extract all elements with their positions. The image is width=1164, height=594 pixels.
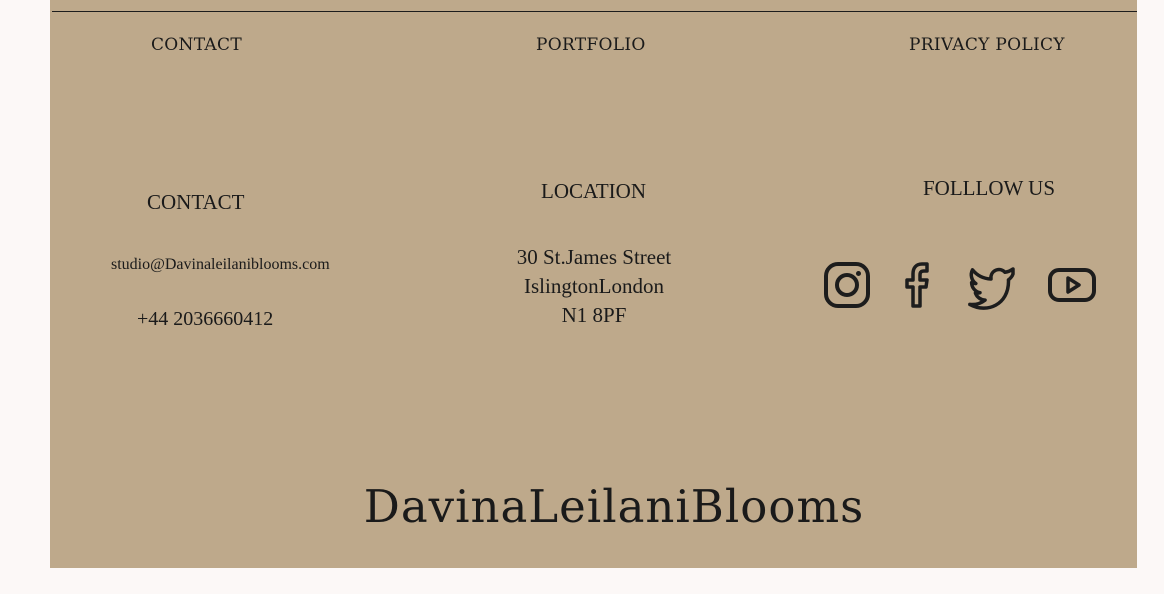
instagram-icon bbox=[824, 262, 870, 308]
nav-link-portfolio[interactable]: PORTFOLIO bbox=[536, 35, 646, 55]
address-line-3: N1 8PF bbox=[561, 303, 627, 327]
instagram-link[interactable] bbox=[822, 260, 872, 310]
top-divider bbox=[52, 11, 1137, 12]
facebook-link[interactable] bbox=[896, 260, 946, 310]
twitter-link[interactable] bbox=[967, 260, 1017, 310]
nav-link-contact[interactable]: CONTACT bbox=[151, 35, 242, 55]
contact-email-link[interactable]: studio@Davinaleilaniblooms.com bbox=[111, 256, 330, 274]
contact-heading: CONTACT bbox=[147, 190, 245, 214]
twitter-icon bbox=[968, 267, 1015, 310]
nav-link-privacy-policy[interactable]: PRIVACY POLICY bbox=[909, 35, 1065, 55]
location-address: 30 St.James Street IslingtonLondon N1 8P… bbox=[484, 243, 704, 330]
address-line-1: 30 St.James Street bbox=[516, 245, 672, 269]
follow-us-heading: FOLLLOW US bbox=[923, 176, 1056, 200]
contact-phone-link[interactable]: +44 2036660412 bbox=[137, 308, 273, 331]
location-heading: LOCATION bbox=[541, 179, 646, 203]
address-line-2: IslingtonLondon bbox=[524, 274, 664, 298]
site-footer: CONTACT PORTFOLIO PRIVACY POLICY CONTACT… bbox=[50, 0, 1137, 568]
youtube-icon bbox=[1048, 268, 1096, 302]
youtube-link[interactable] bbox=[1047, 260, 1097, 310]
brand-wordmark: DavinaLeilaniBlooms bbox=[363, 480, 865, 533]
facebook-icon bbox=[905, 262, 929, 308]
